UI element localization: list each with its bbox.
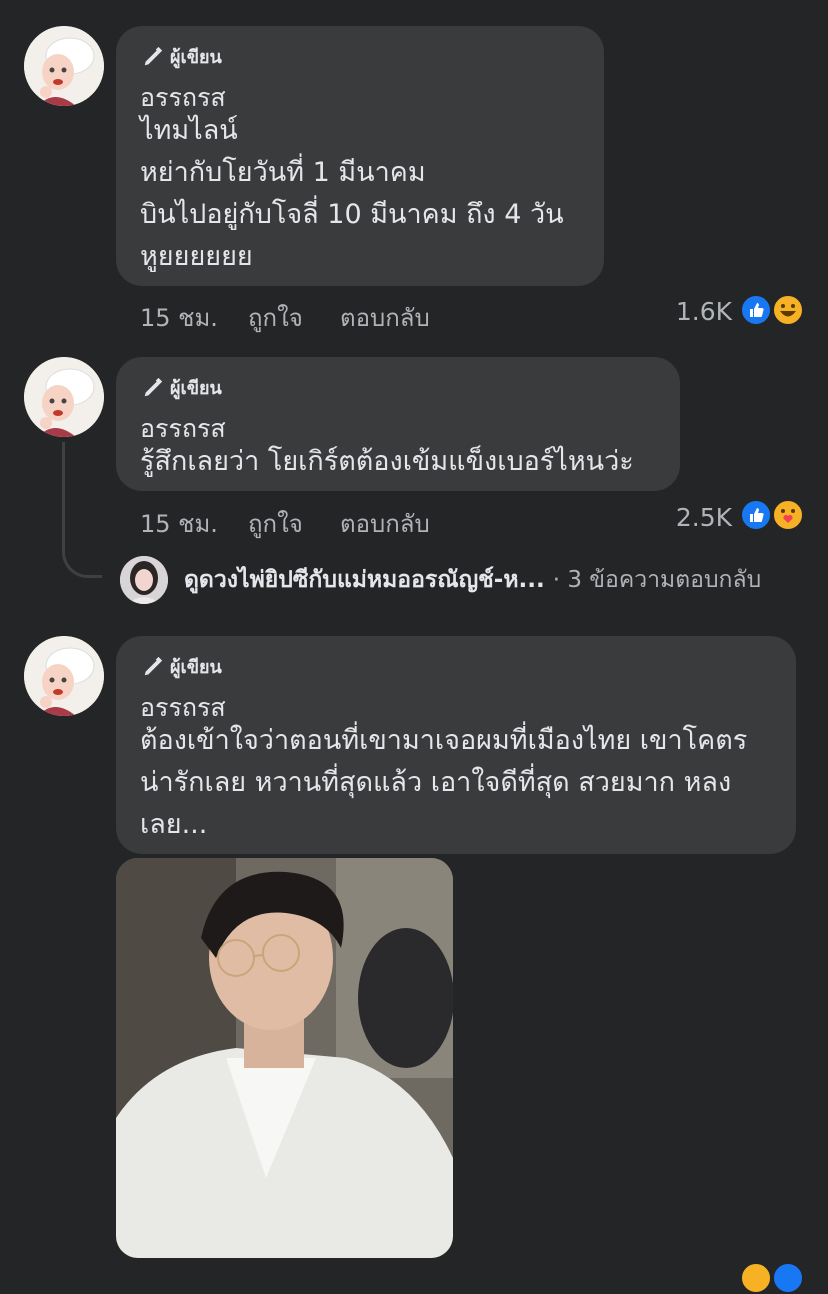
author-avatar[interactable] [24,357,104,437]
reply-button[interactable]: ตอบกลับ [340,504,430,543]
like-icon [740,499,772,531]
comment-time[interactable]: 15 ชม. [140,504,218,543]
care-icon [772,499,804,531]
badge-label: ผู้เขียน [170,378,222,399]
comment-time[interactable]: 15 ชม. [140,298,218,337]
reply-button[interactable]: ตอบกลับ [340,298,430,337]
haha-icon [772,294,804,326]
like-button[interactable]: ถูกใจ [248,298,303,337]
like-icon [740,294,772,326]
comment-text: รู้สึกเลยว่า โยเกิร์ตต้องเข้มแข็งเบอร์ไห… [140,446,634,477]
pen-icon [144,377,163,396]
badge-label: ผู้เขียน [170,47,222,68]
haha-icon [740,1262,772,1294]
replier-name[interactable]: ดูดวงไพ่ยิปซีกับแม่หมออรณัญช์-ห... [184,562,545,598]
comment-text: ไทมไลน์ หย่ากับโยวันที่ 1 มีนาคม บินไปอย… [140,115,564,272]
comment-text: ต้องเข้าใจว่าตอนที่เขามาเจอผมที่เมืองไทย… [140,725,748,840]
like-icon [772,1262,804,1294]
reaction-count[interactable]: 1.6K [642,297,732,326]
view-replies-link[interactable]: ดูดวงไพ่ยิปซีกับแม่หมออรณัญช์-ห... · 3 ข… [120,556,761,604]
author-badge: ผู้เขียน [142,373,222,402]
author-badge: ผู้เขียน [142,652,222,681]
reply-count[interactable]: · 3 ข้อความตอบกลับ [553,562,761,598]
author-avatar[interactable] [24,636,104,716]
replier-avatar [120,556,168,604]
pen-icon [144,656,163,675]
comment-bubble: ผู้เขียน อรรถรส ไทมไลน์ หย่ากับโยวันที่ … [116,26,604,286]
comment-photo[interactable] [116,858,453,1258]
pen-icon [144,46,163,65]
thread-connector [62,442,102,578]
author-badge: ผู้เขียน [142,42,222,71]
like-button[interactable]: ถูกใจ [248,504,303,543]
reaction-count[interactable]: 2.5K [642,503,732,532]
comment-bubble: ผู้เขียน อรรถรส ต้องเข้าใจว่าตอนที่เขามา… [116,636,796,854]
badge-label: ผู้เขียน [170,657,222,678]
author-avatar[interactable] [24,26,104,106]
comment-bubble: ผู้เขียน อรรถรส รู้สึกเลยว่า โยเกิร์ตต้อ… [116,357,680,491]
